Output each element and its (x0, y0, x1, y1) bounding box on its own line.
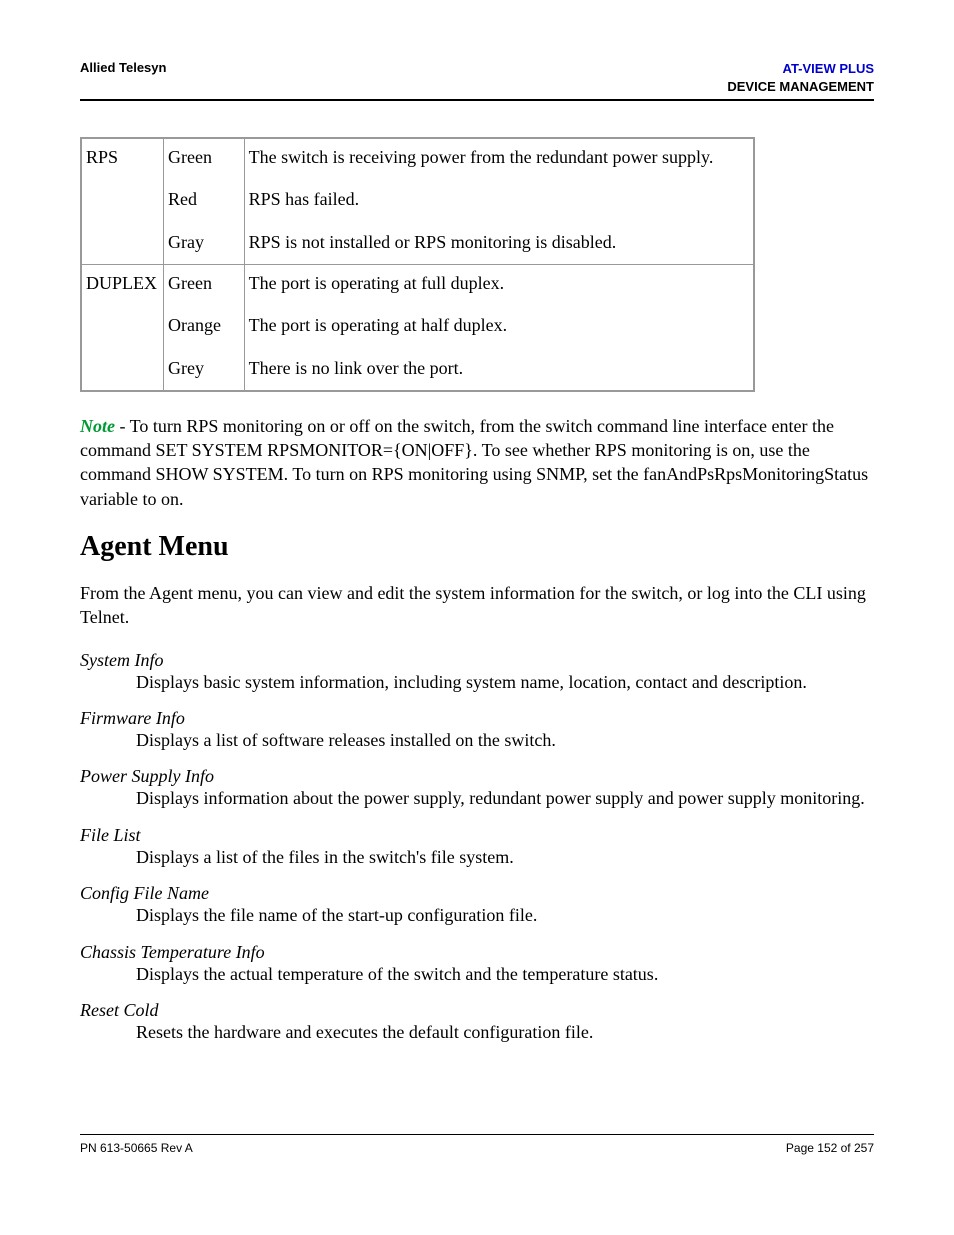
header-section: DEVICE MANAGEMENT (727, 78, 874, 96)
desc-text: The port is operating at half duplex. (249, 313, 747, 337)
def-desc: Displays the file name of the start-up c… (136, 904, 874, 927)
table-row: DUPLEX Green Orange Grey The port is ope… (81, 264, 754, 390)
def-desc: Displays basic system information, inclu… (136, 671, 874, 694)
def-term: System Info (80, 650, 874, 671)
cell-colors: Green Orange Grey (164, 264, 245, 390)
note-text: - To turn RPS monitoring on or off on th… (80, 416, 868, 509)
def-desc: Displays a list of the files in the swit… (136, 846, 874, 869)
desc-text: The port is operating at full duplex. (249, 271, 747, 295)
note-block: Note - To turn RPS monitoring on or off … (80, 414, 874, 511)
cell-name: DUPLEX (81, 264, 164, 390)
def-desc: Displays a list of software releases ins… (136, 729, 874, 752)
def-term: Reset Cold (80, 1000, 874, 1021)
def-term: Chassis Temperature Info (80, 942, 874, 963)
header-left: Allied Telesyn (80, 60, 166, 75)
def-term: File List (80, 825, 874, 846)
desc-text: There is no link over the port. (249, 356, 747, 380)
def-desc: Resets the hardware and executes the def… (136, 1021, 874, 1044)
header-product: AT-VIEW PLUS (727, 60, 874, 78)
footer-left: PN 613-50665 Rev A (80, 1141, 193, 1155)
color-value: Red (168, 187, 238, 211)
cell-descriptions: The port is operating at full duplex. Th… (244, 264, 754, 390)
cell-name: RPS (81, 138, 164, 264)
section-heading: Agent Menu (80, 531, 874, 563)
cell-colors: Green Red Gray (164, 138, 245, 264)
page: Allied Telesyn AT-VIEW PLUS DEVICE MANAG… (0, 0, 954, 1235)
desc-text: The switch is receiving power from the r… (249, 145, 747, 169)
header-right: AT-VIEW PLUS DEVICE MANAGEMENT (727, 60, 874, 95)
page-footer: PN 613-50665 Rev A Page 152 of 257 (80, 1134, 874, 1155)
footer-right: Page 152 of 257 (786, 1141, 874, 1155)
desc-text: RPS is not installed or RPS monitoring i… (249, 230, 747, 254)
def-desc: Displays information about the power sup… (136, 787, 874, 810)
page-header: Allied Telesyn AT-VIEW PLUS DEVICE MANAG… (80, 60, 874, 101)
cell-descriptions: The switch is receiving power from the r… (244, 138, 754, 264)
def-desc: Displays the actual temperature of the s… (136, 963, 874, 986)
def-term: Config File Name (80, 883, 874, 904)
color-value: Green (168, 271, 238, 295)
color-value: Orange (168, 313, 238, 337)
desc-text: RPS has failed. (249, 187, 747, 211)
definition-list: System Info Displays basic system inform… (80, 650, 874, 1045)
color-value: Green (168, 145, 238, 169)
table-row: RPS Green Red Gray The switch is receivi… (81, 138, 754, 264)
led-table: RPS Green Red Gray The switch is receivi… (80, 137, 755, 392)
color-value: Grey (168, 356, 238, 380)
color-value: Gray (168, 230, 238, 254)
def-term: Power Supply Info (80, 766, 874, 787)
def-term: Firmware Info (80, 708, 874, 729)
note-label: Note (80, 416, 115, 436)
intro-text: From the Agent menu, you can view and ed… (80, 581, 874, 630)
